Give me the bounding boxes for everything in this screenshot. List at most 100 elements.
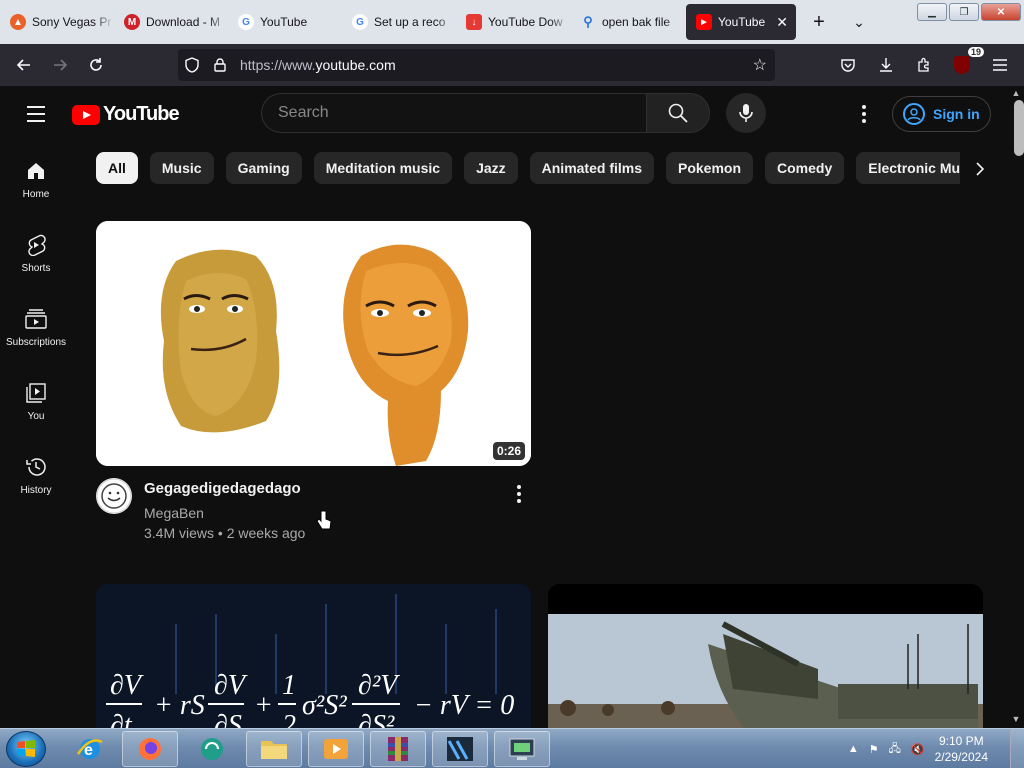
- taskbar-file-explorer[interactable]: [246, 731, 302, 767]
- forward-button[interactable]: [42, 49, 78, 81]
- browser-nav-bar: https://www.youtube.com ☆ 19: [0, 44, 1024, 86]
- reload-button[interactable]: [78, 49, 114, 81]
- taskbar-remote-app[interactable]: [494, 731, 550, 767]
- start-button[interactable]: [6, 731, 46, 767]
- video-thumbnail[interactable]: [548, 584, 983, 728]
- guide-item-you[interactable]: You: [0, 364, 72, 438]
- guide-menu-button[interactable]: [16, 98, 56, 130]
- svg-text:2: 2: [282, 710, 296, 728]
- sign-in-button[interactable]: Sign in: [892, 96, 991, 132]
- svg-text:∂t: ∂t: [110, 710, 133, 728]
- taskbar-firefox[interactable]: [122, 731, 178, 767]
- subscriptions-icon: [24, 307, 48, 331]
- close-window-button[interactable]: ✕: [981, 3, 1021, 21]
- voice-search-button[interactable]: [726, 93, 766, 133]
- pocket-icon: [841, 59, 855, 72]
- browser-tab[interactable]: G YouTube: [228, 0, 342, 44]
- tracking-protection-shield-icon[interactable]: [178, 49, 206, 81]
- scroll-up-arrow-icon[interactable]: ▲: [1010, 88, 1022, 100]
- address-bar[interactable]: https://www.youtube.com ☆: [178, 49, 775, 81]
- eq-minus-rv: − rV = 0: [414, 690, 514, 721]
- chip-animated-films[interactable]: Animated films: [529, 152, 654, 184]
- windows-taskbar: e ▲ ⚑ 🖧 🔇 9:10 PM 2/29/2024: [0, 728, 1024, 768]
- guide-item-shorts[interactable]: Shorts: [0, 216, 72, 290]
- chip-comedy[interactable]: Comedy: [765, 152, 845, 184]
- lock-icon[interactable]: [206, 49, 234, 81]
- search-button[interactable]: [646, 93, 710, 133]
- chat-bubble-icon: [201, 738, 223, 760]
- browser-tab[interactable]: ⚲ open bak file: [570, 0, 684, 44]
- settings-more-button[interactable]: [852, 98, 876, 130]
- volume-muted-icon[interactable]: 🔇: [911, 743, 925, 756]
- upload-age: 2 weeks ago: [226, 525, 306, 541]
- scroll-down-arrow-icon[interactable]: ▼: [1010, 714, 1022, 726]
- show-desktop-button[interactable]: [1010, 729, 1024, 768]
- bookmark-star-icon[interactable]: ☆: [753, 55, 767, 75]
- logo-text: YouTube: [103, 103, 180, 125]
- video-duration: 0:26: [492, 442, 525, 460]
- taskbar-chat-app[interactable]: [184, 731, 240, 767]
- video-card: [548, 584, 983, 728]
- close-tab-icon[interactable]: ✕: [776, 14, 788, 31]
- back-button[interactable]: [6, 49, 42, 81]
- svg-text:1: 1: [282, 670, 296, 701]
- vegas-pro-icon: [447, 737, 473, 761]
- chip-gaming[interactable]: Gaming: [225, 152, 302, 184]
- view-count: 3.4M views: [144, 525, 215, 541]
- new-tab-button[interactable]: +: [804, 11, 834, 34]
- taskbar-winrar[interactable]: [370, 731, 426, 767]
- network-icon[interactable]: 🖧: [889, 740, 901, 759]
- youtube-logo[interactable]: YouTube: [72, 103, 180, 126]
- list-all-tabs-button[interactable]: ⌄: [844, 14, 874, 31]
- taskbar-media-player[interactable]: [308, 731, 364, 767]
- browser-tab[interactable]: M Download - M: [114, 0, 228, 44]
- tab-label: YouTube: [718, 15, 766, 29]
- taskbar-internet-explorer[interactable]: e: [62, 731, 118, 767]
- action-center-flag-icon[interactable]: ⚑: [869, 743, 879, 756]
- video-title[interactable]: Gegagedigedagedago: [144, 480, 301, 497]
- chip-meditation-music[interactable]: Meditation music: [313, 152, 453, 184]
- search-input[interactable]: Search: [261, 93, 646, 133]
- sony-vegas-favicon-icon: ▲: [10, 14, 26, 30]
- chip-music[interactable]: Music: [149, 152, 214, 184]
- browser-tab[interactable]: ▲ Sony Vegas Pr: [0, 0, 114, 44]
- video-thumbnail[interactable]: 0:26: [96, 221, 531, 466]
- guide-item-home[interactable]: Home: [0, 142, 72, 216]
- firefox-icon: [139, 738, 161, 760]
- ublock-extension-button[interactable]: 19: [944, 47, 984, 81]
- guide-label: Subscriptions: [5, 336, 67, 348]
- video-more-button[interactable]: [511, 482, 527, 506]
- system-clock[interactable]: 9:10 PM 2/29/2024: [935, 733, 988, 765]
- minimize-button[interactable]: ▁: [917, 3, 947, 21]
- scrollbar-thumb[interactable]: [1014, 100, 1024, 156]
- show-hidden-icons-icon[interactable]: ▲: [848, 743, 859, 755]
- extension-badge: 19: [967, 47, 984, 57]
- maximize-button[interactable]: ❐: [949, 3, 979, 21]
- eq-plus-rs: + rS: [154, 690, 205, 721]
- guide-item-history[interactable]: History: [0, 438, 72, 512]
- channel-name[interactable]: MegaBen: [144, 505, 204, 521]
- you-icon: [24, 381, 48, 405]
- screen: ▲ Sony Vegas Pr M Download - M G YouTube…: [0, 0, 1024, 768]
- browser-tab[interactable]: G Set up a reco: [342, 0, 456, 44]
- chips-next-button[interactable]: [960, 152, 1000, 185]
- guide-label: You: [27, 410, 45, 422]
- chip-jazz[interactable]: Jazz: [464, 152, 518, 184]
- taskbar-vegas[interactable]: [432, 731, 488, 767]
- chevron-right-icon: [976, 161, 985, 176]
- guide-label: Shorts: [21, 262, 51, 274]
- browser-tab-active[interactable]: ▶ YouTube ✕: [686, 4, 796, 40]
- chip-pokemon[interactable]: Pokemon: [666, 152, 754, 184]
- downloads-button[interactable]: [868, 49, 904, 81]
- app-menu-button[interactable]: [982, 49, 1018, 81]
- chip-all[interactable]: All: [96, 152, 138, 184]
- page-scrollbar[interactable]: ▲ ▼: [1008, 86, 1024, 728]
- video-thumbnail[interactable]: ∂V ∂t + rS ∂V ∂S + 1 2 σ²S² ∂²V ∂S² − rV…: [96, 584, 531, 728]
- guide-item-subscriptions[interactable]: Subscriptions: [0, 290, 72, 364]
- browser-tab[interactable]: ↓ YouTube Dow: [456, 0, 570, 44]
- video-stats: 3.4M views • 2 weeks ago: [144, 525, 306, 541]
- extensions-button[interactable]: [906, 49, 942, 81]
- channel-avatar[interactable]: [96, 478, 132, 514]
- forward-arrow-icon: [54, 59, 68, 71]
- pocket-button[interactable]: [830, 49, 866, 81]
